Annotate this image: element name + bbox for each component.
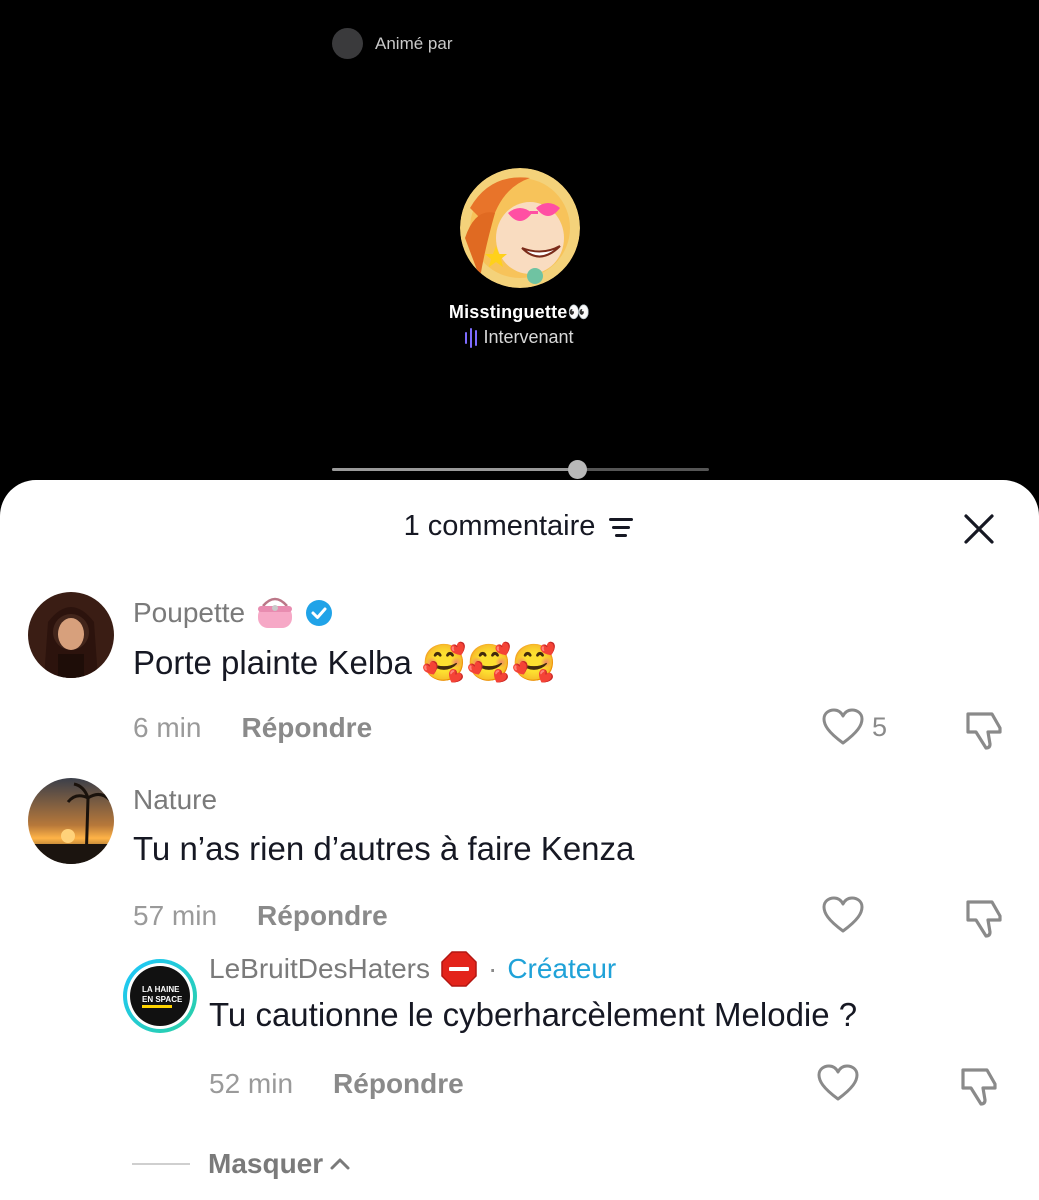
reply-time: 52 min	[209, 1068, 294, 1099]
reply-text-content: Tu cautionne le cyberharcèlement Melodie…	[209, 996, 858, 1033]
comment-meta: 57 min Répondre	[133, 900, 388, 932]
divider	[132, 1163, 190, 1165]
host-label: Animé par	[375, 33, 453, 53]
reply-meta: 52 min Répondre	[209, 1068, 464, 1100]
sheet-title: 1 commentaire	[0, 510, 1039, 543]
comment-time: 57 min	[133, 900, 218, 931]
creator-badge: Créateur	[507, 953, 617, 984]
comment-meta: 6 min Répondre	[133, 712, 372, 744]
reply-button[interactable]: Répondre	[257, 900, 388, 932]
verified-icon	[306, 600, 333, 626]
hide-replies-button[interactable]: Masquer	[208, 1148, 351, 1180]
like-count: 5	[872, 711, 888, 742]
avatar[interactable]	[28, 592, 114, 678]
heart-icon	[822, 896, 864, 933]
speaker: Misstinguette👀 Intervenant	[0, 168, 1039, 348]
creator-avatar[interactable]: LA HAINE EN SPACE	[122, 958, 198, 1034]
like-button[interactable]	[822, 896, 864, 934]
comment-time: 6 min	[133, 712, 202, 743]
progress-bar[interactable]	[332, 460, 709, 479]
creator-avatar-text-1: LA HAINE	[142, 985, 180, 994]
heart-icon	[822, 708, 864, 745]
reply-button[interactable]: Répondre	[241, 712, 372, 744]
close-icon[interactable]	[960, 510, 998, 548]
host-avatar	[332, 28, 363, 59]
hide-replies[interactable]: Masquer	[132, 1148, 351, 1180]
separator: ·	[487, 953, 498, 984]
sort-icon[interactable]	[607, 515, 635, 539]
like-button[interactable]	[817, 1064, 859, 1102]
speaker-role-label: Intervenant	[483, 327, 574, 347]
comment-author[interactable]: Poupette	[133, 596, 333, 630]
comment-count: 1 commentaire	[403, 510, 596, 542]
chevron-up-icon	[330, 1158, 350, 1170]
speaker-avatar[interactable]	[459, 168, 580, 288]
author-name: LeBruitDesHaters	[209, 953, 430, 984]
dislike-icon[interactable]	[957, 1064, 1001, 1108]
comment-author[interactable]: Nature	[133, 784, 217, 816]
creator-avatar-text-2: EN SPACE	[142, 995, 183, 1004]
reply-text: Tu cautionne le cyberharcèlement Melodie…	[209, 996, 857, 1034]
comment-text: Porte plainte Kelba 🥰🥰🥰	[133, 642, 556, 684]
comments-sheet: 1 commentaire Poupette Porte plainte Kel…	[0, 480, 1039, 1200]
speaker-role: Intervenant	[465, 327, 574, 348]
host-row[interactable]: Animé par	[332, 28, 452, 59]
purse-icon	[258, 597, 293, 628]
dislike-icon[interactable]	[962, 896, 1006, 940]
reply-author[interactable]: LeBruitDesHaters · Créateur	[209, 950, 616, 988]
author-name: Poupette	[133, 597, 246, 628]
progress-fill	[332, 468, 578, 471]
progress-knob[interactable]	[568, 460, 588, 479]
stop-sign-icon	[441, 951, 477, 987]
heart-icon	[817, 1064, 859, 1101]
speaker-name: Misstinguette👀	[448, 302, 591, 322]
hide-label: Masquer	[208, 1148, 324, 1179]
author-name: Nature	[133, 784, 218, 815]
comment-text-content: Tu n’as rien d’autres à faire Kenza	[133, 830, 635, 867]
live-audio-area: Animé par Misstinguette👀 Intervenant	[0, 0, 1039, 500]
sheet-header: 1 commentaire	[0, 480, 1039, 576]
avatar[interactable]	[28, 778, 114, 864]
like-button[interactable]: 5	[822, 708, 887, 746]
smiling-face-with-hearts-emoji: 🥰🥰🥰	[421, 642, 557, 683]
comment-text: Tu n’as rien d’autres à faire Kenza	[133, 830, 634, 868]
reply-button[interactable]: Répondre	[333, 1068, 464, 1100]
audio-wave-icon	[465, 327, 478, 348]
dislike-icon[interactable]	[962, 708, 1006, 752]
comment-text-content: Porte plainte Kelba	[133, 644, 412, 681]
